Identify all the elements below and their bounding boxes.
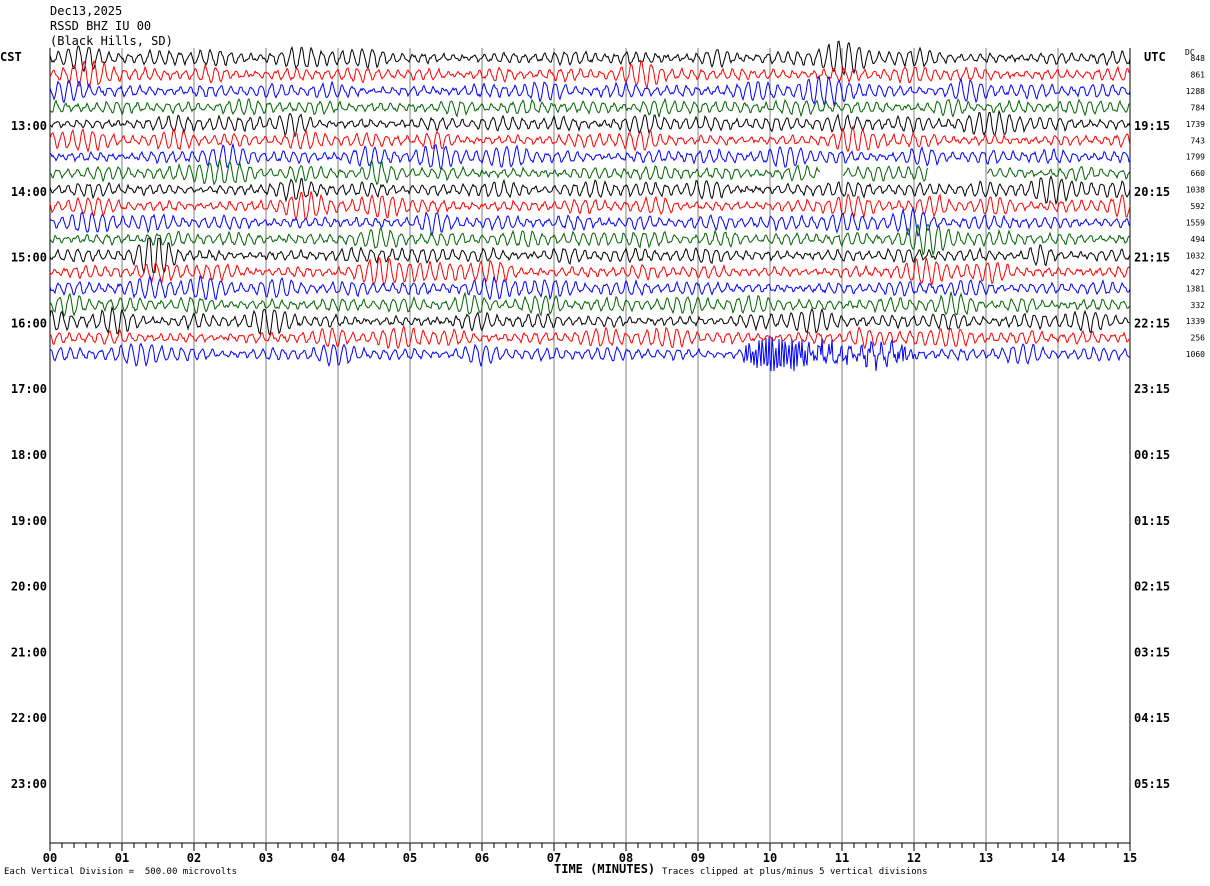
trace-line xyxy=(49,125,1131,153)
x-tick-label: 12 xyxy=(907,851,921,865)
trace-line xyxy=(49,223,1131,257)
x-tick-label: 10 xyxy=(763,851,777,865)
trace-line xyxy=(49,59,1131,90)
utc-hour-label: 22:15 xyxy=(1134,316,1170,330)
dc-offset-label: 1038 xyxy=(1186,186,1205,195)
clip-note: Traces clipped at plus/minus 5 vertical … xyxy=(662,867,928,877)
dc-offset-label: 784 xyxy=(1191,103,1206,112)
cst-hour-label: 21:00 xyxy=(11,645,47,659)
utc-hour-label: 20:15 xyxy=(1134,185,1170,199)
x-tick-label: 00 xyxy=(43,851,57,865)
utc-hour-label: 01:15 xyxy=(1134,514,1170,528)
dc-offset-label: 592 xyxy=(1191,202,1206,211)
cst-hour-label: 22:00 xyxy=(11,711,47,725)
x-tick-label: 03 xyxy=(259,851,273,865)
cst-hour-label: 20:00 xyxy=(11,580,47,594)
x-tick-label: 06 xyxy=(475,851,489,865)
x-tick-label: 04 xyxy=(331,851,345,865)
trace-line xyxy=(49,191,1131,222)
trace-line xyxy=(49,109,1131,137)
x-tick-label: 09 xyxy=(691,851,705,865)
trace-line xyxy=(49,174,1131,206)
x-tick-label: 02 xyxy=(187,851,201,865)
dc-offset-label: 743 xyxy=(1191,136,1206,145)
dc-offset-label: 1559 xyxy=(1186,219,1205,228)
utc-hour-label: 21:15 xyxy=(1134,251,1170,265)
dc-offset-label: 1739 xyxy=(1186,120,1205,129)
dc-offset-label: 1339 xyxy=(1186,317,1205,326)
x-tick-label: 15 xyxy=(1123,851,1137,865)
dc-offset-label: 1288 xyxy=(1186,87,1205,96)
utc-hour-label: 03:15 xyxy=(1134,645,1170,659)
cst-hour-label: 18:00 xyxy=(11,448,47,462)
dc-offset-label: 494 xyxy=(1191,235,1206,244)
trace-line xyxy=(49,291,1131,318)
cst-hour-label: 14:00 xyxy=(11,185,47,199)
dc-offset-label: 848 xyxy=(1191,54,1206,63)
utc-hour-label: 00:15 xyxy=(1134,448,1170,462)
x-tick-label: 01 xyxy=(115,851,129,865)
cst-hour-label: 15:00 xyxy=(11,251,47,265)
dc-offset-label: 1032 xyxy=(1186,251,1205,260)
trace-line xyxy=(49,97,1131,118)
trace-line xyxy=(49,159,1131,186)
cst-hour-label: 13:00 xyxy=(11,119,47,133)
trace-line xyxy=(49,337,1131,372)
trace-line xyxy=(49,40,1131,76)
x-tick-label: 14 xyxy=(1051,851,1065,865)
utc-hour-label: 02:15 xyxy=(1134,580,1170,594)
dc-offset-label: 1060 xyxy=(1186,350,1205,359)
x-tick-label: 05 xyxy=(403,851,417,865)
seismogram-plot: 00 01 02 03 04 05 06 07 08 09 10 11 12 13 14 1513:0014:… xyxy=(11,40,1206,865)
scale-note: Each Vertical Division = 500.00 microvol… xyxy=(4,867,237,877)
cst-hour-label: 19:00 xyxy=(11,514,47,528)
dc-offset-label: 427 xyxy=(1191,268,1206,277)
x-axis-title: TIME (MINUTES) xyxy=(554,862,656,876)
dc-offset-label: 256 xyxy=(1191,334,1206,343)
utc-hour-label: 19:15 xyxy=(1134,119,1170,133)
trace-line xyxy=(49,325,1130,350)
dc-offset-label: 1381 xyxy=(1186,284,1205,293)
dc-offset-label: 861 xyxy=(1191,70,1206,79)
cst-hour-label: 16:00 xyxy=(11,316,47,330)
dc-offset-label: 1799 xyxy=(1186,153,1205,162)
cst-hour-label: 17:00 xyxy=(11,382,47,396)
dc-offset-label: 660 xyxy=(1191,169,1206,178)
x-tick-label: 11 xyxy=(835,851,849,865)
x-tick-label: 13 xyxy=(979,851,993,865)
cst-hour-label: 23:00 xyxy=(11,777,47,791)
utc-hour-label: 05:15 xyxy=(1134,777,1170,791)
utc-hour-label: 04:15 xyxy=(1134,711,1170,725)
dc-offset-label: 332 xyxy=(1191,301,1206,310)
trace-line xyxy=(49,142,1131,171)
utc-hour-label: 23:15 xyxy=(1134,382,1170,396)
